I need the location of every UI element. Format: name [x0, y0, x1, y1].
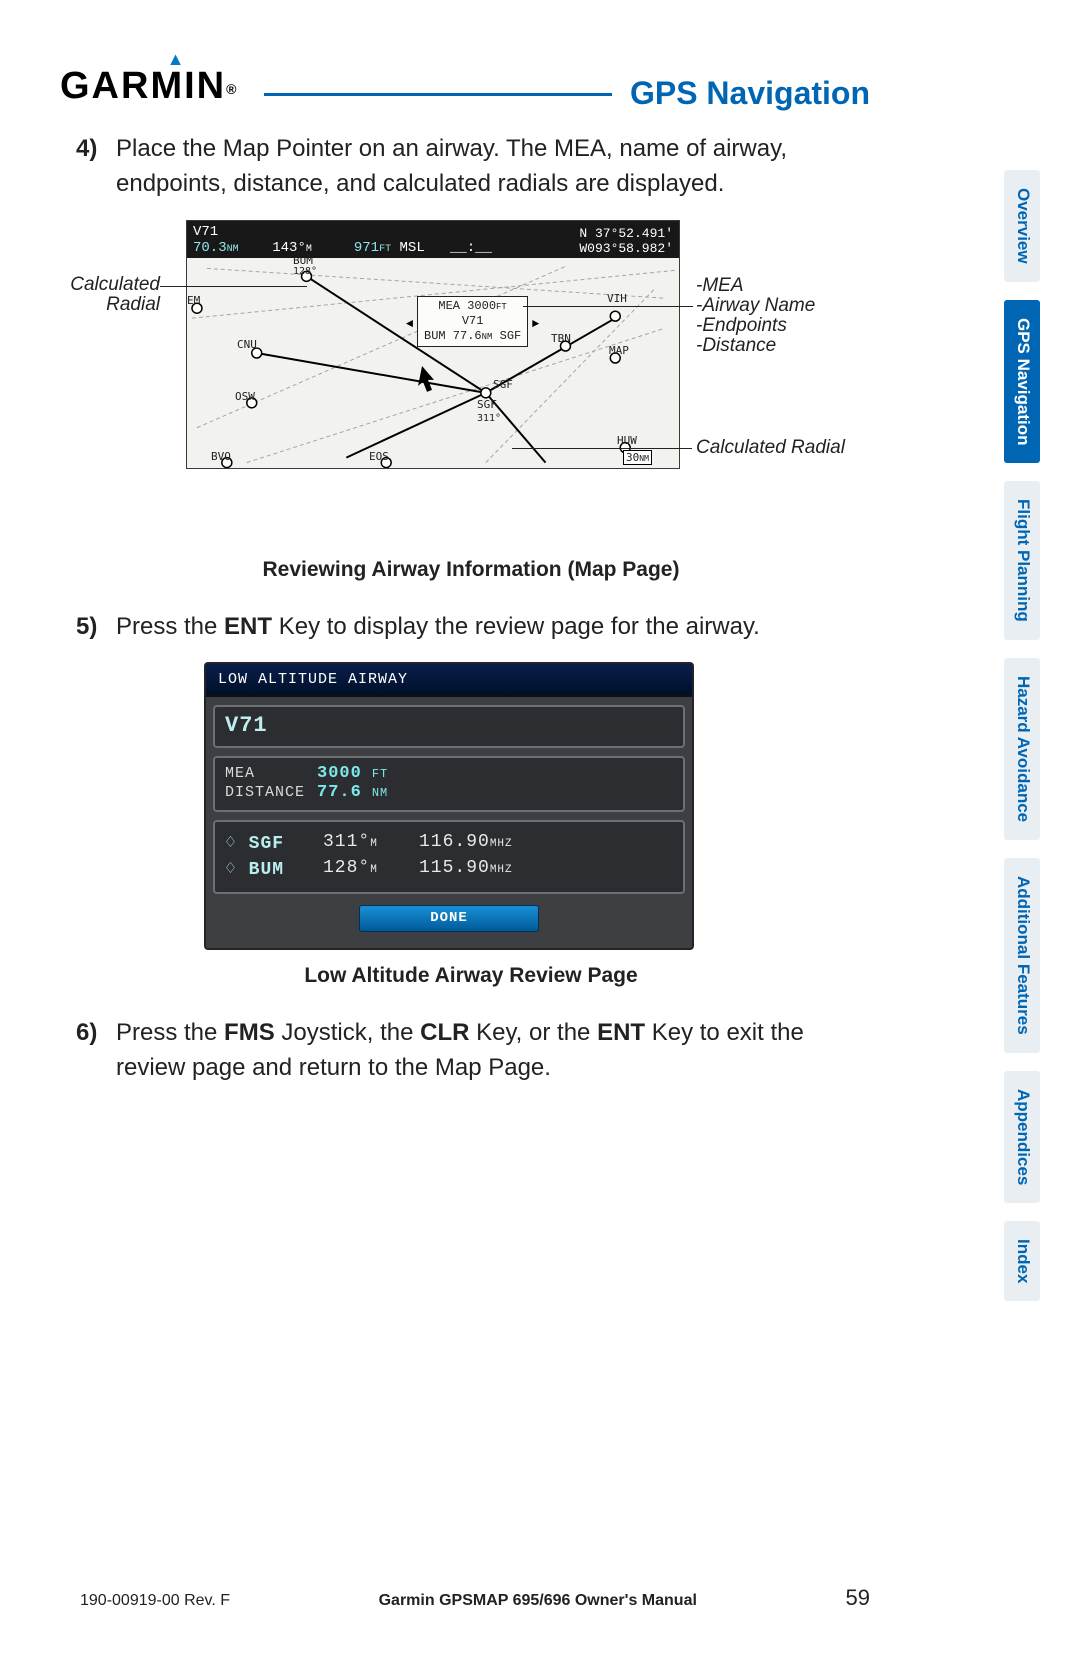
map-time-dash: __:__ — [450, 240, 492, 256]
map-label-vih: VIH — [607, 292, 627, 305]
footer-docrev: 190-00919-00 Rev. F — [80, 1592, 230, 1610]
tab-index[interactable]: Index — [1004, 1221, 1040, 1301]
callout-line — [523, 306, 693, 307]
review-airway-id: V71 — [225, 713, 673, 738]
map-label-eos: EOS — [369, 450, 389, 463]
left-arrow-icon: ◄ — [406, 317, 413, 332]
map-label-huw: HUW — [617, 434, 637, 447]
review-screenshot: LOW ALTITUDE AIRWAY V71 MEA 3000FT DISTA… — [204, 662, 694, 950]
page-footer: 190-00919-00 Rev. F Garmin GPSMAP 695/69… — [80, 1585, 870, 1611]
map-distance-unit: NM — [227, 244, 239, 255]
review-title: LOW ALTITUDE AIRWAY — [206, 664, 692, 697]
step-6-text: Press the FMS Joystick, the CLR Key, or … — [116, 1016, 866, 1086]
callout-line — [160, 286, 307, 287]
map-screenshot: V71 70.3NM 143°M 971FT MSL __:__ N 37°52… — [186, 220, 680, 469]
tab-additional-features[interactable]: Additional Features — [1004, 858, 1040, 1053]
step-5-number: 5) — [76, 610, 116, 645]
popup-dist: BUM 77.6 — [424, 329, 482, 343]
step-5-text: Press the ENT Key to display the review … — [116, 610, 866, 645]
tab-appendices[interactable]: Appendices — [1004, 1071, 1040, 1203]
map-msl: MSL — [400, 240, 425, 256]
caption-1: Reviewing Airway Information (Map Page) — [76, 558, 866, 582]
review-row-sgf: ♢ SGF 311°M 116.90MHZ — [225, 832, 673, 854]
key-ent-2: ENT — [597, 1019, 645, 1046]
key-clr: CLR — [420, 1019, 469, 1046]
map-figure: Calculated Radial -MEA -Airway Name -End… — [76, 220, 866, 540]
callout-mea: -MEA — [696, 276, 744, 296]
map-status-bar: V71 70.3NM 143°M 971FT MSL __:__ N 37°52… — [187, 221, 679, 258]
step-5: 5) Press the ENT Key to display the revi… — [76, 610, 866, 645]
page-content: 4) Place the Map Pointer on an airway. T… — [76, 132, 866, 1104]
map-bearing-value: 143° — [272, 240, 306, 256]
map-body: BUM 128° SGF311° EM CNU OSW BVO EOS SGF … — [187, 258, 679, 468]
map-label-sgf: SGF — [493, 378, 513, 391]
logo-text: GARMIN — [60, 65, 226, 107]
review-distance-label: DISTANCE — [225, 784, 307, 801]
popup-id: V71 — [462, 314, 484, 328]
map-altitude-value: 971 — [354, 240, 379, 256]
map-airway-id: V71 — [193, 224, 218, 240]
section-title: GPS Navigation — [630, 75, 870, 112]
footer-title: Garmin GPSMAP 695/696 Owner's Manual — [379, 1592, 697, 1610]
page-header: ▲ GARMIN® GPS Navigation — [60, 48, 870, 112]
map-label-sgf-311: SGF311° — [477, 398, 501, 424]
map-label-osw: OSW — [235, 390, 255, 403]
caption-2: Low Altitude Airway Review Page — [76, 964, 866, 988]
map-latitude: N 37°52.491' — [579, 226, 673, 241]
callout-distance: -Distance — [696, 336, 776, 356]
review-waypoints-box: ♢ SGF 311°M 116.90MHZ ♢ BUM 128°M 115.90… — [213, 820, 685, 894]
popup-mea: MEA 3000 — [438, 299, 496, 313]
step-6-number: 6) — [76, 1016, 116, 1086]
step-4: 4) Place the Map Pointer on an airway. T… — [76, 132, 866, 202]
review-mea-label: MEA — [225, 765, 307, 782]
logo-delta-icon: ▲ — [167, 49, 187, 70]
review-mea-value: 3000 — [317, 764, 362, 783]
map-distance-value: 70.3 — [193, 240, 227, 256]
side-tabs: Overview GPS Navigation Flight Planning … — [1004, 170, 1040, 1301]
callout-line — [512, 448, 692, 449]
right-arrow-icon: ► — [532, 317, 539, 332]
map-popup: ◄ ► MEA 3000FT V71 BUM 77.6NM SGF — [417, 296, 528, 347]
tab-hazard-avoidance[interactable]: Hazard Avoidance — [1004, 658, 1040, 840]
map-altitude-unit: FT — [379, 244, 391, 255]
step-4-text: Place the Map Pointer on an airway. The … — [116, 132, 866, 202]
key-ent: ENT — [224, 613, 272, 640]
map-svg — [187, 258, 679, 468]
tab-gps-navigation[interactable]: GPS Navigation — [1004, 300, 1040, 464]
review-mea-distance-box: MEA 3000FT DISTANCE 77.6NM — [213, 756, 685, 812]
callout-calc-radial-right: Calculated Radial — [696, 438, 845, 458]
footer-pagenum: 59 — [846, 1585, 870, 1611]
tab-overview[interactable]: Overview — [1004, 170, 1040, 282]
map-label-map: MAP — [609, 344, 629, 357]
callout-airway-name: -Airway Name — [696, 296, 815, 316]
header-rule — [264, 93, 612, 96]
map-scale: 30NM — [623, 450, 652, 465]
step-6: 6) Press the FMS Joystick, the CLR Key, … — [76, 1016, 866, 1086]
callout-endpoints: -Endpoints — [696, 316, 787, 336]
map-label-cnu: CNU — [237, 338, 257, 351]
callout-calc-radial-left: Calculated Radial — [60, 275, 160, 315]
map-bearing-unit: M — [306, 244, 312, 255]
done-button[interactable]: Done — [359, 905, 539, 932]
garmin-logo: ▲ GARMIN® — [60, 65, 238, 112]
tab-flight-planning[interactable]: Flight Planning — [1004, 481, 1040, 640]
key-fms: FMS — [224, 1019, 275, 1046]
review-distance-value: 77.6 — [317, 783, 362, 802]
review-id-box: V71 — [213, 705, 685, 748]
review-row-bum: ♢ BUM 128°M 115.90MHZ — [225, 858, 673, 880]
map-longitude: W093°58.982' — [579, 241, 673, 256]
step-4-number: 4) — [76, 132, 116, 202]
map-label-tbn: TBN — [551, 332, 571, 345]
map-label-em: EM — [187, 294, 200, 307]
map-label-bvo: BVO — [211, 450, 231, 463]
